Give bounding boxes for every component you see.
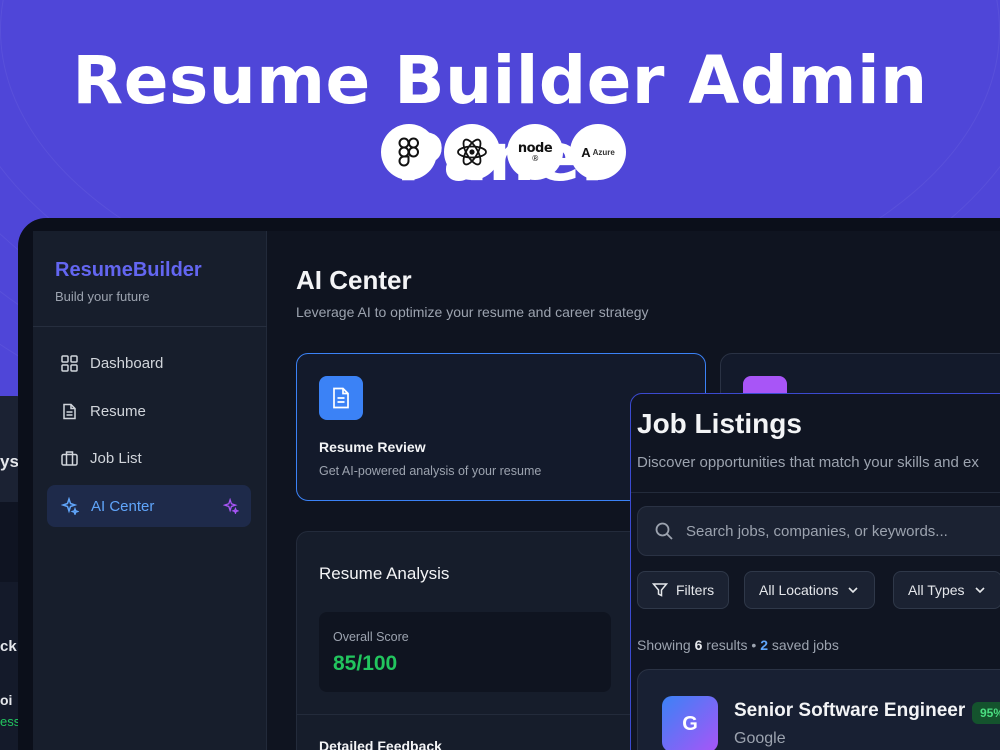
page-title: AI Center xyxy=(296,265,412,295)
results-summary: Showing 6 results • 2 saved jobs xyxy=(637,637,839,653)
job-search-bar[interactable] xyxy=(637,506,1000,556)
tech-stack-row: node ® A Azure xyxy=(381,124,626,180)
sidebar-item-ai-center[interactable]: AI Center xyxy=(47,485,251,527)
page-subtitle: Leverage AI to optimize your resume and … xyxy=(296,304,649,320)
document-icon xyxy=(63,403,76,419)
analysis-divider xyxy=(297,714,677,715)
briefcase-icon xyxy=(61,450,78,466)
job-title: Senior Software Engineer xyxy=(734,700,966,721)
sidebar-item-dashboard[interactable]: Dashboard xyxy=(47,342,251,384)
search-icon xyxy=(655,522,673,540)
company-logo: G xyxy=(662,696,718,750)
job-card[interactable]: G Senior Software Engineer Google 95% xyxy=(637,669,1000,750)
brand-tagline: Build your future xyxy=(55,289,150,304)
sidebar-divider xyxy=(33,326,267,327)
score-value: 85/100 xyxy=(333,652,398,675)
sidebar-item-job-list[interactable]: Job List xyxy=(47,437,251,479)
match-badge: 95% xyxy=(972,702,1000,724)
sparkles-icon xyxy=(61,497,79,515)
sparkles-icon xyxy=(223,498,239,514)
figma-icon xyxy=(381,124,437,180)
location-select-value: All Locations xyxy=(759,582,839,598)
document-icon xyxy=(319,376,363,420)
job-search-input[interactable] xyxy=(686,522,986,540)
results-count: 6 xyxy=(694,637,703,653)
sidebar: ResumeBuilder Build your future Dashboar… xyxy=(33,231,267,750)
card-title: Resume Review xyxy=(319,439,426,455)
overall-score-box: Overall Score 85/100 xyxy=(319,612,611,692)
jobs-subtitle: Discover opportunities that match your s… xyxy=(637,454,979,471)
analysis-title: Resume Analysis xyxy=(319,564,450,583)
card-description: Get AI-powered analysis of your resume xyxy=(319,464,542,478)
jobs-title: Job Listings xyxy=(637,408,802,439)
resume-analysis-card: Resume Analysis Overall Score 85/100 Det… xyxy=(296,531,677,750)
jobs-divider xyxy=(631,492,1000,493)
job-listings-window: Job Listings Discover opportunities that… xyxy=(630,393,1000,750)
job-company: Google xyxy=(734,730,786,747)
left-window-fragment: oi xyxy=(0,692,13,708)
type-select[interactable]: All Types xyxy=(893,571,1000,609)
type-select-value: All Types xyxy=(908,582,965,598)
brand-logo[interactable]: ResumeBuilder xyxy=(55,259,202,282)
grid-icon xyxy=(61,354,78,372)
react-icon xyxy=(444,124,500,180)
chevron-down-icon xyxy=(848,587,858,594)
score-label: Overall Score xyxy=(333,630,409,644)
detailed-feedback-title: Detailed Feedback xyxy=(319,738,442,750)
azure-icon: A Azure xyxy=(570,124,626,180)
filter-icon xyxy=(652,583,668,597)
left-window-fragment: ck xyxy=(0,638,17,655)
sidebar-item-label: Dashboard xyxy=(90,354,164,372)
sidebar-item-label: Job List xyxy=(90,449,142,467)
sidebar-item-resume[interactable]: Resume xyxy=(47,390,251,432)
sidebar-item-label: Resume xyxy=(90,402,146,420)
sidebar-item-label: AI Center xyxy=(91,497,155,515)
left-window-fragment: ys xyxy=(0,452,19,471)
location-select[interactable]: All Locations xyxy=(744,571,876,609)
filters-button[interactable]: Filters xyxy=(637,571,730,609)
chevron-down-icon xyxy=(974,587,985,594)
filters-label: Filters xyxy=(676,582,715,598)
saved-count: 2 xyxy=(760,637,768,653)
node-icon: node ® xyxy=(507,124,563,180)
